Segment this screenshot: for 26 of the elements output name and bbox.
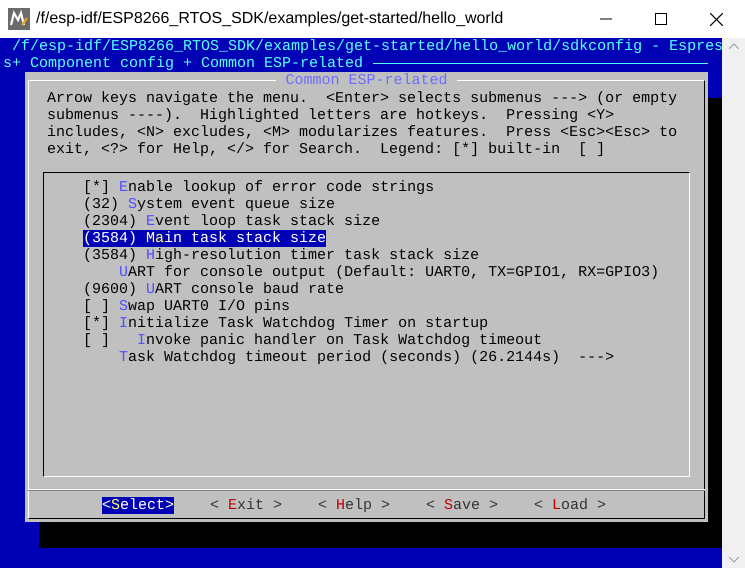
menu-item[interactable]: Task Watchdog timeout period (seconds) (26.2144s) --->: [83, 349, 614, 366]
menu-item[interactable]: [*] Enable lookup of error code strings: [83, 179, 434, 196]
help-text: includes, <N> excludes, <M> modularizes features. Press <Esc><Esc> to: [47, 124, 678, 141]
close-icon[interactable]: [710, 12, 723, 26]
dialog-button[interactable]: < Exit >: [210, 497, 282, 514]
menu-item[interactable]: [ ] Invoke panic handler on Task Watchdog timeout: [83, 332, 542, 349]
help-text: submenus ----). Highlighted letters are hotkeys. Pressing <Y>: [47, 107, 614, 124]
dialog-button[interactable]: < Save >: [426, 497, 498, 514]
menu-item[interactable]: (2304) Event loop task stack size: [83, 213, 380, 230]
menu-item[interactable]: UART for console output (Default: UART0, TX=GPIO1, RX=GPIO3): [83, 264, 660, 281]
dialog-button[interactable]: < Help >: [318, 497, 390, 514]
menu-item[interactable]: (32) System event queue size: [83, 196, 336, 213]
menu-item[interactable]: (9600) UART console baud rate: [83, 281, 344, 298]
app-logo-icon: [8, 8, 30, 30]
menu-item[interactable]: (3584) High-resolution timer task stack size: [83, 247, 480, 264]
dialog-button[interactable]: <Select>: [102, 497, 174, 514]
menu-item[interactable]: [*] Initialize Task Watchdog Timer on startup: [83, 315, 488, 332]
breadcrumb: s+ Component config + Common ESP-related: [3, 55, 364, 72]
help-text: exit, <?> for Help, </> for Search. Legend: [*] built-in [ ]: [47, 141, 606, 158]
dialog-button[interactable]: < Load >: [534, 497, 606, 514]
config-path: /f/esp-idf/ESP8266_RTOS_SDK/examples/get-started/hello_world/sdkconfig - Espres: [11, 38, 722, 55]
maximize-icon[interactable]: [655, 13, 667, 25]
help-text: Arrow keys navigate the menu. <Enter> selects submenus ---> (or empty: [47, 90, 678, 107]
menu-item[interactable]: [ ] Swap UART0 I/O pins: [83, 298, 290, 315]
menu-item[interactable]: (3584) Main task stack size: [83, 230, 326, 247]
window-title: /f/esp-idf/ESP8266_RTOS_SDK/examples/get-started/hello_world: [36, 9, 504, 29]
